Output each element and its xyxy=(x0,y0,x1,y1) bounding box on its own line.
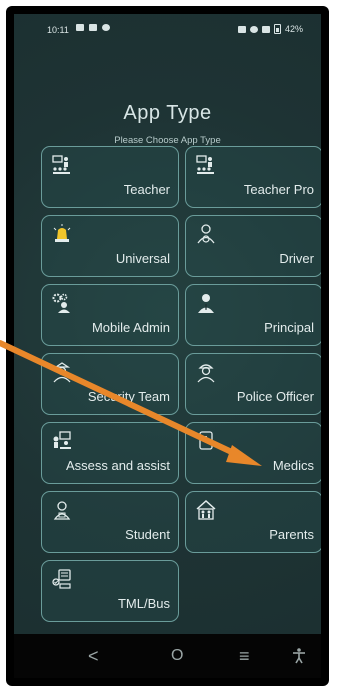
family-house-icon xyxy=(196,499,216,520)
bus-driver-icon xyxy=(197,224,215,244)
tile-label: Security Team xyxy=(87,389,170,404)
battery-icon xyxy=(273,24,281,34)
tile-label: Teacher Pro xyxy=(243,182,314,197)
tile-label: Universal xyxy=(115,251,170,266)
student-tile[interactable]: Student xyxy=(41,491,179,553)
accessibility-icon[interactable] xyxy=(292,648,306,664)
nav-recents-button[interactable]: ≡ xyxy=(239,646,250,667)
tile-label: Parents xyxy=(269,527,314,542)
data-speed-icon xyxy=(237,25,246,33)
teacher-pro-tile[interactable]: Teacher Pro xyxy=(185,146,321,208)
principal-person-icon xyxy=(198,294,214,313)
tile-label: Police Officer xyxy=(236,389,314,404)
teacher-classroom-icon xyxy=(52,155,70,174)
tile-label: Driver xyxy=(279,251,314,266)
battery-percent: 42% xyxy=(284,24,303,34)
driver-tile[interactable]: Driver xyxy=(185,215,321,277)
security-officer-icon xyxy=(53,362,71,383)
status-bar: 10:11 42% xyxy=(14,14,321,46)
assess-assist-icon xyxy=(53,431,71,449)
medical-kit-icon xyxy=(199,431,213,450)
wifi-icon xyxy=(249,25,258,33)
assess-and-assist-tile[interactable]: Assess and assist xyxy=(41,422,179,484)
location-icon xyxy=(102,24,110,31)
nav-home-button[interactable]: O xyxy=(171,647,183,665)
tile-label: Principal xyxy=(264,320,314,335)
status-notification-icons xyxy=(76,24,110,31)
bus-checklist-icon xyxy=(52,569,71,589)
tile-label: TML/Bus xyxy=(117,596,170,611)
tile-label: Student xyxy=(125,527,170,542)
alarm-siren-icon xyxy=(53,224,71,242)
signal-icon xyxy=(261,25,270,33)
status-time: 10:11 xyxy=(47,25,69,35)
tile-label: Teacher xyxy=(123,182,170,197)
tml-bus-tile[interactable]: TML/Bus xyxy=(41,560,179,622)
tile-label: Mobile Admin xyxy=(91,320,170,335)
police-officer-icon xyxy=(197,364,215,383)
status-system-icons: 42% xyxy=(237,24,303,34)
tile-label: Assess and assist xyxy=(65,458,170,473)
page-title: App Type xyxy=(123,102,212,124)
police-officer-tile[interactable]: Police Officer xyxy=(185,353,321,415)
medics-tile[interactable]: Medics xyxy=(185,422,321,484)
network-sharing-icon xyxy=(89,24,97,31)
parents-tile[interactable]: Parents xyxy=(185,491,321,553)
universal-tile[interactable]: Universal xyxy=(41,215,179,277)
page-subtitle: Please Choose App Type xyxy=(114,135,221,146)
student-icon xyxy=(53,501,71,520)
security-team-tile[interactable]: Security Team xyxy=(41,353,179,415)
system-nav-bar: < O ≡ xyxy=(14,634,321,678)
mobile-admin-tile[interactable]: Mobile Admin xyxy=(41,284,179,346)
nav-back-button[interactable]: < xyxy=(88,646,99,667)
admin-gears-icon xyxy=(52,293,70,313)
principal-tile[interactable]: Principal xyxy=(185,284,321,346)
app-screen: 10:11 42% App Type Please Choose App Typ… xyxy=(14,14,321,678)
teacher-pro-classroom-icon xyxy=(196,155,214,174)
teacher-tile[interactable]: Teacher xyxy=(41,146,179,208)
message-icon xyxy=(76,24,84,31)
tile-label: Medics xyxy=(272,458,314,473)
